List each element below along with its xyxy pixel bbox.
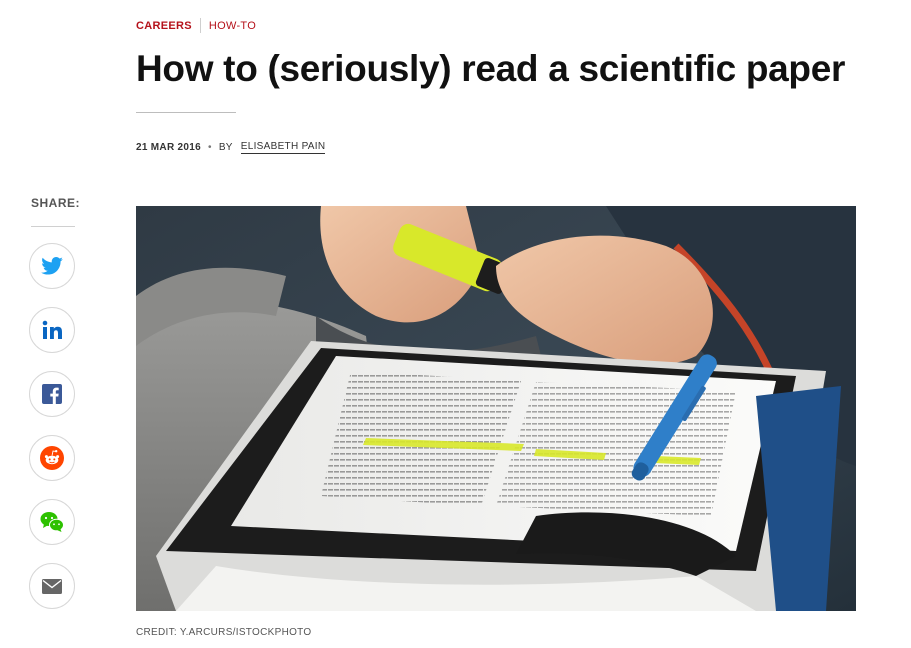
hero-image-illustration	[136, 206, 856, 611]
breadcrumb-careers-link[interactable]: CAREERS	[136, 20, 192, 32]
wechat-icon	[40, 512, 64, 532]
hero-image	[136, 206, 856, 611]
twitter-icon	[41, 257, 63, 275]
email-icon	[42, 578, 62, 594]
page-title: How to (seriously) read a scientific pap…	[136, 48, 846, 89]
share-wechat-button[interactable]	[29, 499, 75, 545]
author-link[interactable]: ELISABETH PAIN	[240, 141, 326, 154]
share-linkedin-button[interactable]	[29, 307, 75, 353]
share-label: SHARE:	[31, 196, 81, 210]
byline-separator: •	[208, 142, 212, 153]
share-twitter-button[interactable]	[29, 243, 75, 289]
reddit-icon	[40, 446, 64, 470]
linkedin-icon	[42, 320, 62, 339]
share-email-button[interactable]	[29, 563, 75, 609]
breadcrumb: CAREERS HOW-TO	[136, 18, 256, 33]
share-facebook-button[interactable]	[29, 371, 75, 417]
share-divider	[31, 226, 75, 227]
image-credit: CREDIT: Y.ARCURS/ISTOCKPHOTO	[136, 627, 312, 638]
byline-by-label: BY	[218, 142, 233, 153]
title-divider	[136, 112, 236, 113]
byline: 21 MAR 2016 • BY ELISABETH PAIN	[136, 141, 326, 154]
breadcrumb-howto-link[interactable]: HOW-TO	[209, 20, 256, 32]
breadcrumb-divider	[199, 18, 201, 33]
facebook-icon	[42, 384, 62, 404]
publish-date: 21 MAR 2016	[136, 142, 201, 153]
share-reddit-button[interactable]	[29, 435, 75, 481]
